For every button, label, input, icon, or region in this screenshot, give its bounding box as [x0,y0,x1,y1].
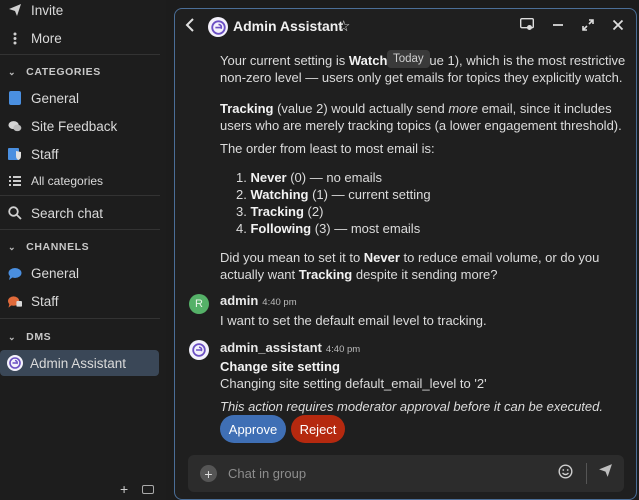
sidebar-item-invite[interactable]: Invite [0,0,160,23]
search-chat-button[interactable]: Search chat [0,200,160,226]
feedback-bubbles-icon [8,119,22,133]
action-title: Change site setting [220,359,340,374]
section-title: CATEGORIES [26,66,101,78]
minimize-icon[interactable] [552,19,564,34]
sidebar-item-all-categories[interactable]: All categories [0,168,160,194]
message-timestamp: 4:40 pm [325,344,361,355]
sidebar-item-label: Search chat [31,205,104,221]
sidebar-item-general-category[interactable]: General [0,85,160,111]
assistant-avatar [7,355,23,371]
chevron-down-icon: ⌄ [8,66,17,77]
more-vertical-icon [8,31,22,45]
chat-input[interactable]: Chat in group [228,466,306,481]
divider [586,463,587,484]
sidebar-item-channel-general[interactable]: General [0,260,160,286]
message-composer: + Chat in group [188,455,624,492]
message-text: users who are merely tracking topics (a … [220,118,622,133]
message-text: I want to set the default email level to… [220,313,487,328]
sidebar-item-label: General [31,265,80,281]
sidebar-item-dm-admin-assistant[interactable]: Admin Assistant [0,350,159,376]
categories-header[interactable]: ⌄ CATEGORIES [8,66,101,78]
sidebar-item-label: Staff [31,293,59,309]
plus-icon[interactable]: + [120,481,128,497]
list-icon [8,174,22,188]
assistant-avatar [208,17,228,37]
expand-icon[interactable] [582,18,594,34]
chevron-down-icon: ⌄ [8,331,17,342]
send-icon[interactable] [598,463,613,482]
threads-icon[interactable] [519,17,535,34]
dms-header[interactable]: ⌄ DMS [8,331,51,343]
emoji-icon[interactable] [558,464,573,483]
message-text: non-zero level — users only get emails f… [220,70,623,85]
section-title: CHANNELS [26,241,90,253]
chat-header: Admin Assistant ☆ [175,9,636,45]
user-avatar[interactable]: R [189,294,209,314]
section-title: DMS [26,331,52,343]
sidebar-footer: + [120,481,155,497]
message-text: Tracking (value 2) would actually send m… [220,101,612,116]
divider [0,318,160,319]
sidebar-item-more[interactable]: More [0,25,160,51]
sidebar-item-label: Admin Assistant [30,355,127,371]
keyboard-icon[interactable] [142,484,155,494]
back-arrow-icon[interactable] [185,18,195,36]
sidebar-item-label: Invite [31,2,64,18]
divider [0,54,160,55]
sidebar-item-label: All categories [31,174,104,188]
header-actions [519,17,624,34]
approval-note: This action requires moderator approval … [220,399,603,414]
category-square-icon [8,91,22,105]
star-icon[interactable]: ☆ [337,17,350,35]
divider [0,229,160,230]
sidebar-item-label: General [31,90,80,106]
close-icon[interactable] [612,19,624,34]
message-author[interactable]: admin_assistant 4:40 pm [220,340,360,355]
chat-bubble-lock-icon [8,294,22,308]
sidebar: Invite More ⌄ CATEGORIES General Site Fe… [0,0,166,500]
chat-bubble-icon [8,266,22,280]
message-text: Did you mean to set it to Never to reduc… [220,250,600,265]
sidebar-item-staff-category[interactable]: Staff [0,141,160,167]
sidebar-item-label: Site Feedback [31,118,118,134]
chat-title: Admin Assistant [233,18,343,34]
chat-panel: Admin Assistant ☆ Your current setting i… [174,8,637,500]
message-author[interactable]: admin 4:40 pm [220,293,297,308]
list-item: 4. Following (3) — most emails [236,221,421,236]
sidebar-item-channel-staff[interactable]: Staff [0,288,160,314]
staff-shield-icon [8,147,22,161]
channels-header[interactable]: ⌄ CHANNELS [8,241,89,253]
sidebar-item-site-feedback[interactable]: Site Feedback [0,113,160,139]
action-description: Changing site setting default_email_leve… [220,376,487,391]
reject-button[interactable]: Reject [291,415,345,443]
message-text: actually want Tracking despite it sendin… [220,267,498,282]
approve-button[interactable]: Approve [220,415,286,443]
date-separator-badge: Today [387,50,430,68]
chevron-down-icon: ⌄ [8,241,17,252]
sidebar-item-label: More [31,30,62,46]
message-text: The order from least to most email is: [220,141,435,156]
message-timestamp: 4:40 pm [262,297,297,308]
add-attachment-button[interactable]: + [200,465,217,482]
send-icon [8,3,22,17]
message-list: Your current setting is Watch ue 1), whic… [175,45,636,449]
assistant-avatar[interactable] [189,340,209,360]
list-item: 1. Never (0) — no emails [236,170,382,185]
list-item: 3. Tracking (2) [236,204,324,219]
sidebar-item-label: Staff [31,146,59,162]
divider [0,195,160,196]
list-item: 2. Watching (1) — current setting [236,187,431,202]
search-icon [8,206,22,220]
